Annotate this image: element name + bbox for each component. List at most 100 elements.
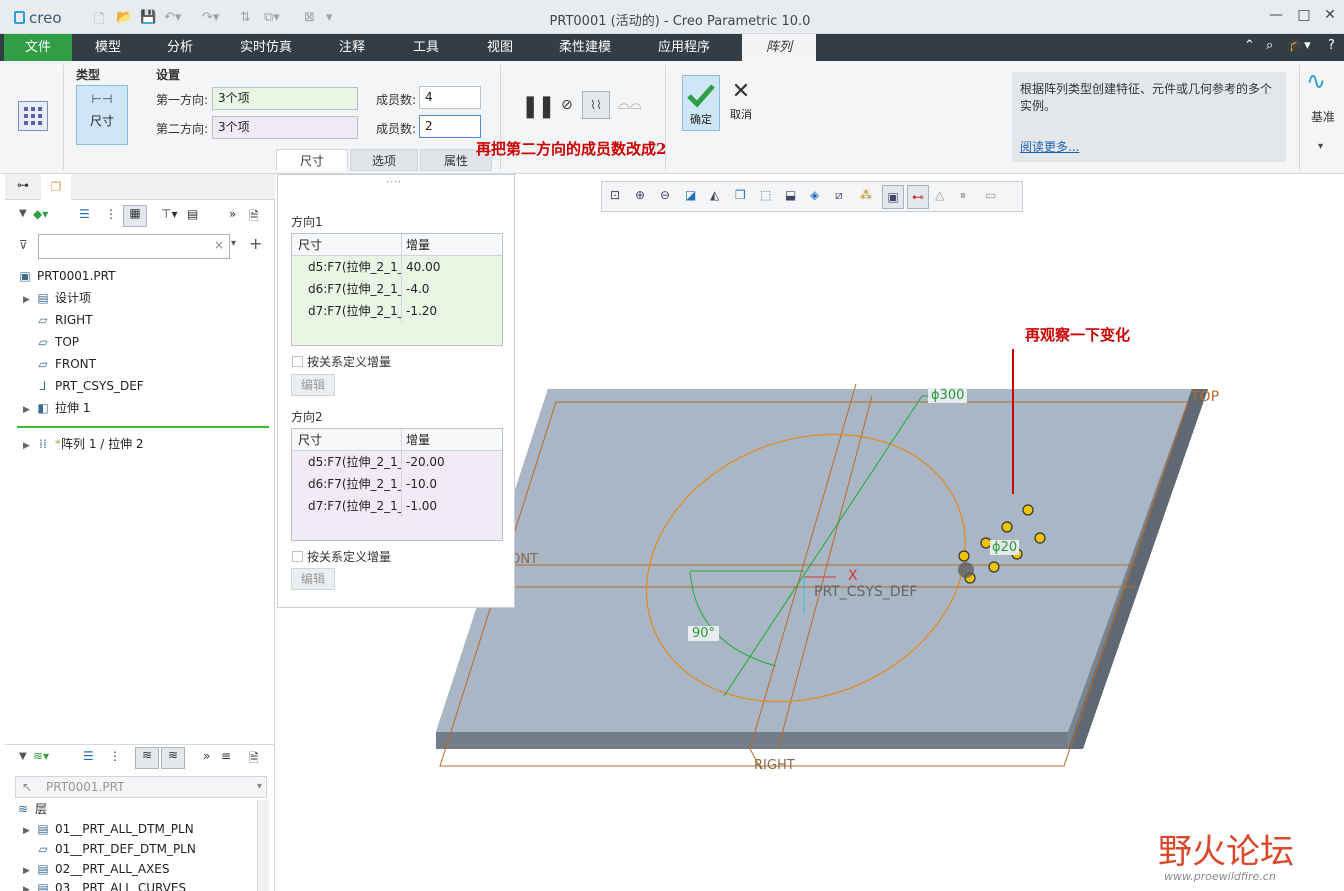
tree-item-extrude1[interactable]: ▶ ◧ 拉伸 1 [23,397,90,419]
tree-more-icon[interactable]: » [229,207,236,221]
layer-item[interactable]: ▱ 01__PRT_DEF_DTM_PLN [35,838,195,860]
ok-button[interactable]: 确定 [682,75,720,131]
flag-icon[interactable]: ▭ [985,188,996,202]
preview-icon[interactable]: ⌇⌇ [582,91,610,119]
cancel-button[interactable]: ✕ 取消 [724,75,758,131]
annotation-display-icon[interactable]: ▣ [882,185,904,209]
learning-icon[interactable]: 🎓▾ [1288,38,1311,53]
zoom-in-icon[interactable]: ⊕ [635,188,645,202]
search-icon[interactable]: ⌕ [1266,38,1273,53]
tree-root[interactable]: ▣ PRT0001.PRT [17,265,115,287]
clear-search-icon[interactable]: × [214,238,224,252]
tree-collapse-icon[interactable]: ▼ [19,208,27,219]
dimension-20[interactable]: ϕ20 [990,540,1020,555]
type-dimension-button[interactable]: ⊢⊣ 尺寸 [76,85,128,145]
refit-icon[interactable]: ⊡ [610,188,620,202]
view-manager-icon[interactable]: ⬚ [760,188,771,202]
pause-icon[interactable]: ❚❚ [521,94,556,119]
dir2-relation-checkbox[interactable]: 按关系定义增量 [292,548,391,565]
zoom-out-icon[interactable]: ⊖ [660,188,670,202]
tab-model[interactable]: 模型 [78,34,138,61]
tree-list-icon[interactable]: ☰ [79,207,90,221]
dir2-collector[interactable]: 3个项 [212,116,358,139]
appearance-icon[interactable]: ◈ [810,188,819,202]
no-preview-icon[interactable]: ⊘ [561,97,573,113]
table-row[interactable]: d5:F7(拉伸_2_1_ 40.00 [292,256,502,278]
tab-pattern[interactable]: 阵列 [742,34,816,61]
datum-icon[interactable]: ∿ [1306,67,1326,95]
customize-quick-access-icon[interactable]: ▾ [326,10,333,25]
layer-item[interactable]: ▶ ▤ 01__PRT_ALL_DTM_PLN [23,818,194,840]
dir1-collector[interactable]: 3个项 [212,87,358,110]
layer-collapse-icon[interactable]: ▼ [19,751,27,762]
layer-edit-icon[interactable]: ≋ [161,747,185,769]
windows-icon[interactable]: ⧉▾ [264,10,280,25]
tab-view[interactable]: 视图 [472,34,528,61]
tree-columns-icon[interactable]: ▦ [123,205,147,227]
tab-applications[interactable]: 应用程序 [644,34,724,61]
tree-item-pattern[interactable]: ▶ ⁞⁞ *阵列 1 / 拉伸 2 [23,433,144,455]
subtab-dimensions[interactable]: 尺寸 [276,149,348,171]
layer-stack-icon[interactable]: ≋▾ [33,749,49,763]
layer-view-icon[interactable]: ≋ [135,747,159,769]
close-window-icon[interactable]: ⊠ [304,10,315,25]
table-row[interactable]: d7:F7(拉伸_2_1_ -1.20 [292,300,502,322]
dimension-angle[interactable]: 90° [688,626,720,641]
layer-props-icon[interactable]: ≡ [221,749,231,763]
section-icon[interactable]: ⧄ [835,188,843,203]
tree-funnel-icon[interactable]: ⊤▾ [161,207,177,221]
subtab-options[interactable]: 选项 [350,149,418,171]
help-icon[interactable]: ? [1328,38,1335,53]
tree-settings-icon[interactable]: ▤ [187,207,198,221]
tab-analysis[interactable]: 分析 [150,34,210,61]
folder-browser-tab-icon[interactable]: ❐ [41,174,71,200]
tree-cube-icon[interactable]: ◆▾ [33,207,48,221]
tree-item-right[interactable]: ▱ RIGHT [35,309,92,331]
perspective-icon[interactable]: ⬓ [785,188,796,202]
datum-dropdown-icon[interactable]: ▾ [1318,141,1323,152]
layer-more-icon[interactable]: » [203,749,210,763]
tree-item-top[interactable]: ▱ TOP [35,331,79,353]
search-dropdown-icon[interactable]: ▾ [231,238,236,249]
collapse-ribbon-icon[interactable]: ⌃ [1244,38,1255,53]
close-icon[interactable]: ✕ [1320,7,1340,23]
table-row[interactable]: d7:F7(拉伸_2_1_ -1.00 [292,495,502,517]
model-tree-tab-icon[interactable]: ⊶ [17,178,29,192]
tab-tools[interactable]: 工具 [398,34,454,61]
table-row[interactable]: d5:F7(拉伸_2_1_ -20.00 [292,451,502,473]
tree-doc-icon[interactable]: 🗎 [249,207,259,228]
regenerate-icon[interactable]: ⇅ [240,10,251,25]
redo-icon[interactable]: ↷▾ [202,10,219,25]
dir1-relation-checkbox[interactable]: 按关系定义增量 [292,353,391,370]
maximize-icon[interactable]: □ [1294,7,1314,23]
new-file-icon[interactable]: 🗋 [94,10,104,32]
layer-root[interactable]: ≋ 层 [15,798,47,820]
minimize-icon[interactable]: — [1266,7,1286,23]
open-file-icon[interactable]: 📂 [116,10,132,25]
warning-icon[interactable]: △ [935,188,944,202]
tree-filter-settings-icon[interactable]: ⋮ [105,207,117,221]
datum-label[interactable]: 基准 [1311,108,1335,125]
save-icon[interactable]: 💾 [140,10,156,25]
layer-model-select[interactable]: ↖ PRT0001.PRT ▾ [15,776,267,798]
dir1-edit-button[interactable]: 编辑 [291,374,335,396]
layer-scrollbar[interactable] [257,800,269,891]
add-filter-icon[interactable]: + [249,234,262,253]
repaint-icon[interactable]: ◪ [685,188,696,202]
read-more-link[interactable]: 阅读更多... [1020,138,1079,155]
undo-icon[interactable]: ↶▾ [164,10,181,25]
tab-annotate[interactable]: 注释 [324,34,380,61]
member-count1-input[interactable]: 4 [419,86,481,109]
layer-doc-icon[interactable]: 🗎 [249,749,259,770]
layer-item[interactable]: ▶ ▤ 03__PRT_ALL_CURVES [23,877,186,891]
tab-file[interactable]: 文件 [4,34,72,61]
drag-handle-icon[interactable]: ···· [386,175,401,189]
tree-item-front[interactable]: ▱ FRONT [35,353,96,375]
table-row[interactable]: d6:F7(拉伸_2_1_ -4.0 [292,278,502,300]
saved-views-icon[interactable]: ❒ [735,188,746,202]
tree-item-csys[interactable]: ⅃ PRT_CSYS_DEF [35,375,144,397]
tab-flexible-modeling[interactable]: 柔性建模 [546,34,624,61]
pause-animation-icon[interactable]: ⏸ [960,188,966,203]
dir2-edit-button[interactable]: 编辑 [291,568,335,590]
tab-live-simulation[interactable]: 实时仿真 [228,34,304,61]
